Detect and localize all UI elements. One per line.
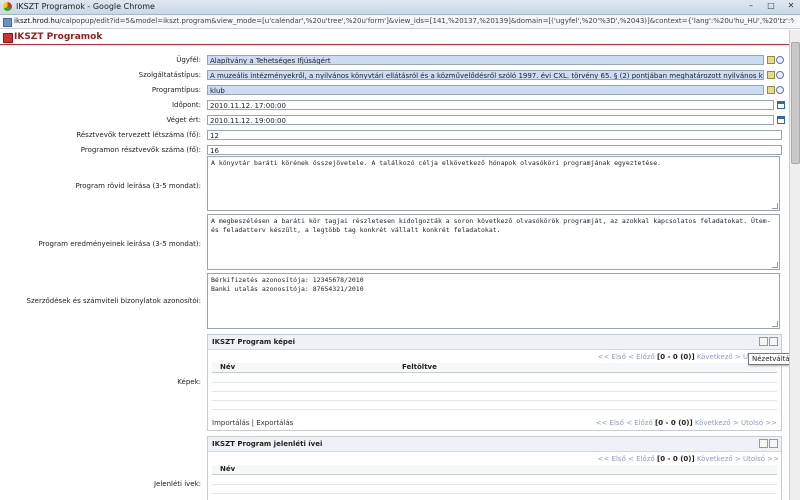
pager-prev[interactable]: < Előző xyxy=(626,419,653,427)
kepek-label: Képek: xyxy=(177,378,201,386)
pager-next[interactable]: Következő > xyxy=(695,419,739,427)
resize-handle[interactable] xyxy=(772,262,778,268)
open-record-icon[interactable] xyxy=(767,71,775,79)
tervezett-letszam-label: Résztvevők tervezett létszáma (fő): xyxy=(76,131,201,139)
open-record-icon[interactable] xyxy=(767,56,775,64)
address-bar[interactable]: ikszt.hrod.hu/calpopup/edit?id=5&model=i… xyxy=(0,15,800,29)
szerzodesek-textarea[interactable]: Bérkifizetés azonosítója: 12345678/2010 … xyxy=(207,273,780,329)
search-icon[interactable] xyxy=(776,71,784,79)
import-link[interactable]: Importálás xyxy=(212,419,249,427)
pager-prev[interactable]: < Előző xyxy=(628,353,655,361)
open-record-icon[interactable] xyxy=(767,86,775,94)
resztvevok-szama-field[interactable]: 16 xyxy=(207,145,782,155)
grid-row xyxy=(212,391,777,392)
eredmenyek-label: Program eredményeinek leírása (3-5 monda… xyxy=(38,240,201,248)
grid-row xyxy=(212,484,777,485)
rovid-leiras-textarea[interactable]: A könyvtár baráti körének összejövetele.… xyxy=(207,156,780,211)
programtipus-label: Programtípus: xyxy=(151,86,201,94)
pager-first[interactable]: << Első xyxy=(598,455,626,463)
jelenleti-pager: << Első < Előző [0 - 0 (0)] Következő > … xyxy=(598,455,779,463)
pager-prev[interactable]: < Előző xyxy=(628,455,655,463)
pager-first[interactable]: << Első xyxy=(598,353,626,361)
jelenleti-panel-title: IKSZT Program jelenléti ívei xyxy=(212,440,323,448)
pager-last[interactable]: Utolsó >> xyxy=(741,419,777,427)
kepek-panel-title: IKSZT Program képei xyxy=(212,338,296,346)
pager-range: [0 - 0 (0)] xyxy=(657,353,695,361)
switch-view-icon[interactable] xyxy=(769,439,778,448)
page-title: IKSZT Programok xyxy=(14,32,103,42)
window-titlebar: IKSZT Programok - Google Chrome – □ ✕ xyxy=(0,0,800,15)
minimize-button[interactable]: – xyxy=(742,0,760,12)
calendar-icon[interactable] xyxy=(777,116,785,124)
szerzodesek-text: Bérkifizetés azonosítója: 12345678/2010 … xyxy=(211,276,364,293)
eredmenyek-text: A megbeszélésen a baráti kör tagjai rész… xyxy=(211,217,775,234)
kepek-panel-footer: Importálás | Exportálás << Első < Előző … xyxy=(212,419,777,427)
ugyfel-label: Ügyfél: xyxy=(176,56,201,64)
eredmenyek-textarea[interactable]: A megbeszélésen a baráti kör tagjai rész… xyxy=(207,214,780,270)
page-scrollbar[interactable] xyxy=(789,30,800,500)
column-header-nev[interactable]: Név xyxy=(220,363,235,372)
pager-last[interactable]: Utolsó >> xyxy=(743,455,779,463)
resztvevok-szama-label: Programon résztvevők száma (fő): xyxy=(80,146,201,154)
new-record-icon[interactable] xyxy=(759,337,768,346)
maximize-button[interactable]: □ xyxy=(762,0,780,12)
szerzodesek-label: Szerződések és számviteli bizonylatok az… xyxy=(26,297,201,305)
column-header-nev[interactable]: Név xyxy=(220,465,235,474)
grid-row xyxy=(212,382,777,383)
szolgaltatastipus-field[interactable]: A muzeális intézményekről, a nyilvános k… xyxy=(207,70,764,80)
jelenleti-panel-header: IKSZT Program jelenléti ívei xyxy=(208,437,781,452)
page-header: IKSZT Programok xyxy=(0,30,800,45)
url-path: /calpopup/edit?id=5&model=ikszt.program&… xyxy=(59,17,794,25)
pager-first[interactable]: << Első xyxy=(596,419,624,427)
resize-handle[interactable] xyxy=(772,203,778,209)
kepek-panel: IKSZT Program képei << Első < Előző [0 -… xyxy=(207,334,782,431)
jelenleti-label: Jelenléti ívek: xyxy=(153,480,201,488)
switch-view-icon[interactable] xyxy=(769,337,778,346)
footer-separator: | xyxy=(251,419,254,427)
kepek-panel-header: IKSZT Program képei xyxy=(208,335,781,350)
scrollbar-thumb[interactable] xyxy=(791,42,800,164)
window-title: IKSZT Programok - Google Chrome xyxy=(16,2,155,11)
veget-ert-field[interactable]: 2010.11.12. 19:00:00 xyxy=(207,115,774,125)
column-header-feltoltve[interactable]: Feltöltve xyxy=(402,363,437,372)
pager-next[interactable]: Következő > xyxy=(697,353,741,361)
programtipus-field[interactable]: klub xyxy=(207,85,764,95)
jelenleti-grid-header: Név xyxy=(212,465,777,475)
resize-handle[interactable] xyxy=(772,321,778,327)
calendar-icon[interactable] xyxy=(777,101,785,109)
url-text[interactable]: ikszt.hrod.hu/calpopup/edit?id=5&model=i… xyxy=(14,17,794,25)
grid-row xyxy=(212,400,777,401)
tervezett-letszam-field[interactable]: 12 xyxy=(207,130,782,140)
grid-row xyxy=(212,409,777,410)
kepek-grid-header: Név Feltöltve xyxy=(212,363,777,373)
program-icon xyxy=(3,33,13,43)
idopont-label: Időpont: xyxy=(171,101,201,109)
url-host: ikszt.hrod.hu xyxy=(14,17,60,25)
close-button[interactable]: ✕ xyxy=(782,0,800,12)
idopont-field[interactable]: 2010.11.12. 17:00:00 xyxy=(207,100,774,110)
chrome-icon xyxy=(3,2,12,11)
rovid-leiras-label: Program rövid leírása (3-5 mondat): xyxy=(75,182,201,190)
pager-range: [0 - 0 (0)] xyxy=(655,419,693,427)
grid-row xyxy=(212,493,777,494)
page-favicon-icon xyxy=(3,18,12,27)
search-icon[interactable] xyxy=(776,86,784,94)
rovid-leiras-text: A könyvtár baráti körének összejövetele.… xyxy=(211,159,662,167)
jelenleti-panel: IKSZT Program jelenléti ívei << Első < E… xyxy=(207,436,782,500)
pager-range: [0 - 0 (0)] xyxy=(657,455,695,463)
ugyfel-field[interactable]: Alapítvány a Tehetséges Ifjúságért xyxy=(207,55,764,65)
veget-ert-label: Véget ért: xyxy=(166,116,201,124)
search-icon[interactable] xyxy=(776,56,784,64)
pager-next[interactable]: Következő > xyxy=(697,455,741,463)
export-link[interactable]: Exportálás xyxy=(256,419,293,427)
new-record-icon[interactable] xyxy=(759,439,768,448)
szolgaltatastipus-label: Szolgáltatástípus: xyxy=(138,71,201,79)
